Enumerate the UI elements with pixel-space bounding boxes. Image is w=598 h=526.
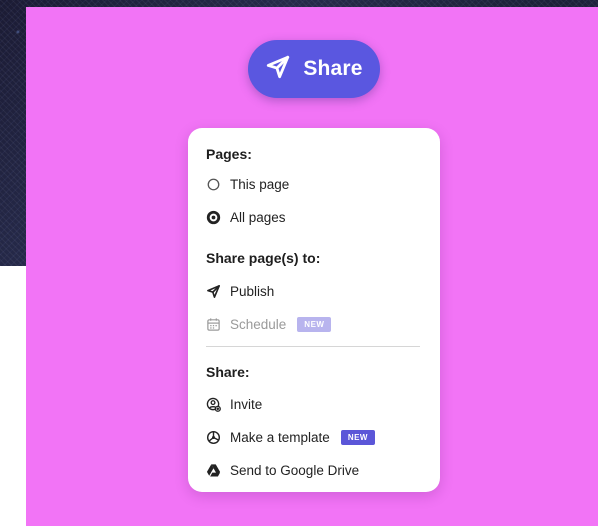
schedule-item[interactable]: Schedule NEW [206,313,332,335]
make-template-item[interactable]: Make a template NEW [206,426,375,448]
radio-selected-icon [206,210,221,225]
google-drive-item[interactable]: Send to Google Drive [206,459,359,481]
template-icon [206,430,221,445]
make-template-label: Make a template [230,429,330,445]
invite-label: Invite [230,396,263,412]
publish-label: Publish [230,283,275,299]
share-to-section-title: Share page(s) to: [206,250,321,266]
share-menu: Pages: This page All pages Share page(s)… [188,128,440,492]
new-badge: NEW [340,429,375,445]
share-button[interactable]: Share [248,40,380,98]
menu-divider [206,346,420,347]
publish-item[interactable]: Publish [206,280,274,302]
radio-this-page[interactable]: This page [206,173,289,195]
schedule-label: Schedule [230,316,287,332]
share-section-title: Share: [206,364,250,380]
invite-item[interactable]: Invite [206,393,262,415]
google-drive-icon [206,463,221,478]
radio-all-pages-label: All pages [230,209,286,225]
share-button-label: Share [303,57,363,80]
add-user-icon [206,397,221,412]
pages-section-title: Pages: [206,146,252,162]
send-icon [265,54,291,85]
radio-all-pages[interactable]: All pages [206,206,286,228]
send-icon [206,284,221,299]
calendar-icon [206,317,221,332]
google-drive-label: Send to Google Drive [230,462,360,478]
new-badge: NEW [297,316,332,332]
radio-unselected-icon [206,177,221,192]
radio-this-page-label: This page [230,176,290,192]
